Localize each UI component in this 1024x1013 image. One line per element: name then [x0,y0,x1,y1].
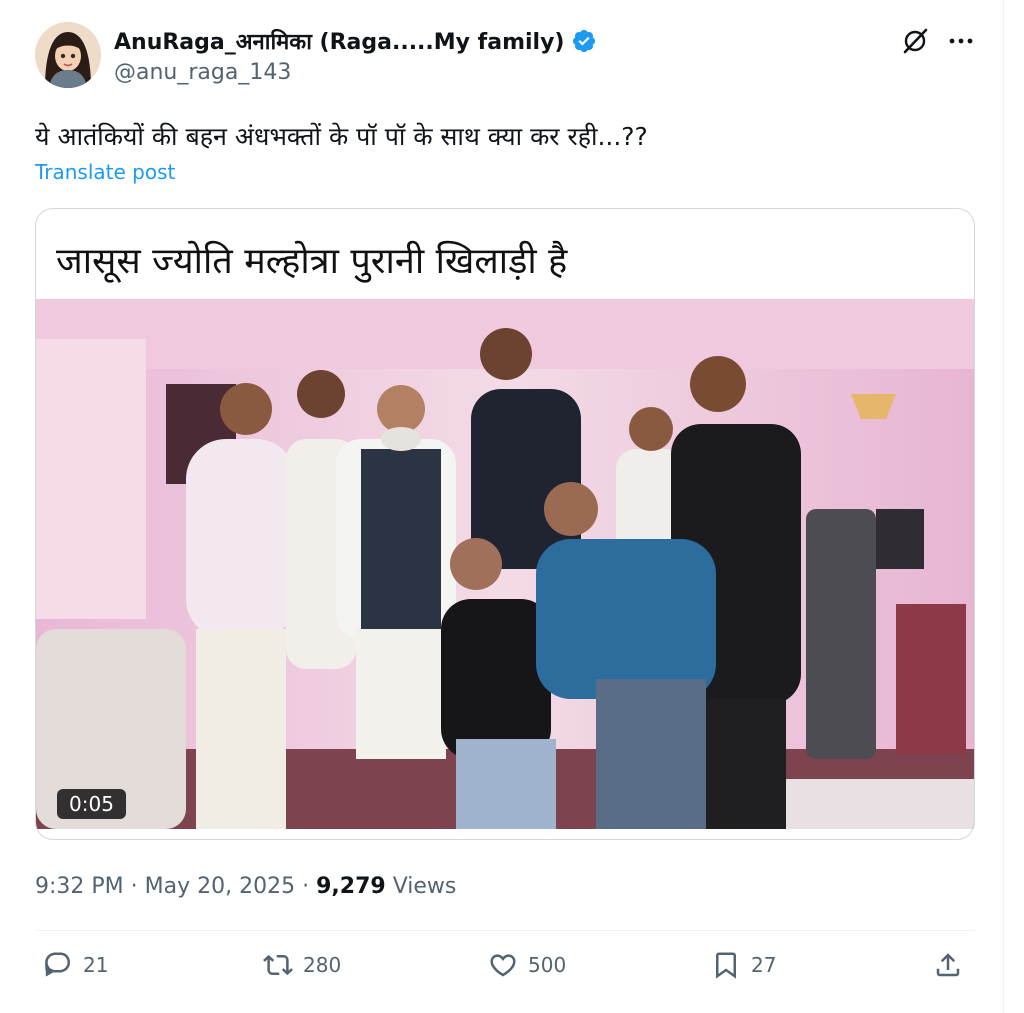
like-count: 500 [528,953,567,977]
views-count: 9,279 [316,874,386,899]
post-text: ये आतंकियों की बहन अंधभक्तों के पॉ पॉ के… [35,122,648,151]
reply-count: 21 [83,953,109,977]
meta-separator: · [130,874,145,899]
author-handle[interactable]: @anu_raga_143 [114,60,291,85]
translate-post-link[interactable]: Translate post [35,160,175,184]
repost-icon [263,954,293,976]
avatar-image [35,22,101,88]
video-thumbnail[interactable] [36,299,975,829]
more-icon[interactable] [944,24,978,58]
repost-count: 280 [303,953,342,977]
author-display-name[interactable]: AnuRaga_अनामिका (Raga.....My family) [114,26,565,56]
meta-separator: · [302,874,317,899]
video-duration: 0:05 [57,789,126,819]
action-bar: 21 280 500 27 [35,950,975,996]
bookmark-icon [716,952,736,979]
post-container: AnuRaga_अनामिका (Raga.....My family) @an… [0,0,1004,1013]
like-icon [490,954,516,977]
post-date[interactable]: May 20, 2025 [145,874,295,899]
divider [35,930,975,931]
share-icon [936,953,960,977]
bookmark-button[interactable]: 27 [711,950,776,980]
views-label: Views [392,874,457,899]
reply-icon [45,952,71,977]
grok-icon[interactable] [898,24,932,58]
post-meta: 9:32 PM · May 20, 2025 · 9,279 Views [35,874,456,899]
bookmark-count: 27 [751,953,777,977]
reply-button[interactable]: 21 [43,950,108,980]
author-name-row: AnuRaga_अनामिका (Raga.....My family) [114,26,597,56]
avatar[interactable] [35,22,101,88]
share-button[interactable] [933,950,963,980]
video-headline: जासूस ज्योति मल्होत्रा पुरानी खिलाड़ी है [56,241,568,282]
repost-button[interactable]: 280 [263,950,341,980]
like-button[interactable]: 500 [488,950,566,980]
verified-icon [572,29,595,53]
post-time[interactable]: 9:32 PM [35,874,124,899]
video-card[interactable]: जासूस ज्योति मल्होत्रा पुरानी खिलाड़ी है [35,208,975,840]
